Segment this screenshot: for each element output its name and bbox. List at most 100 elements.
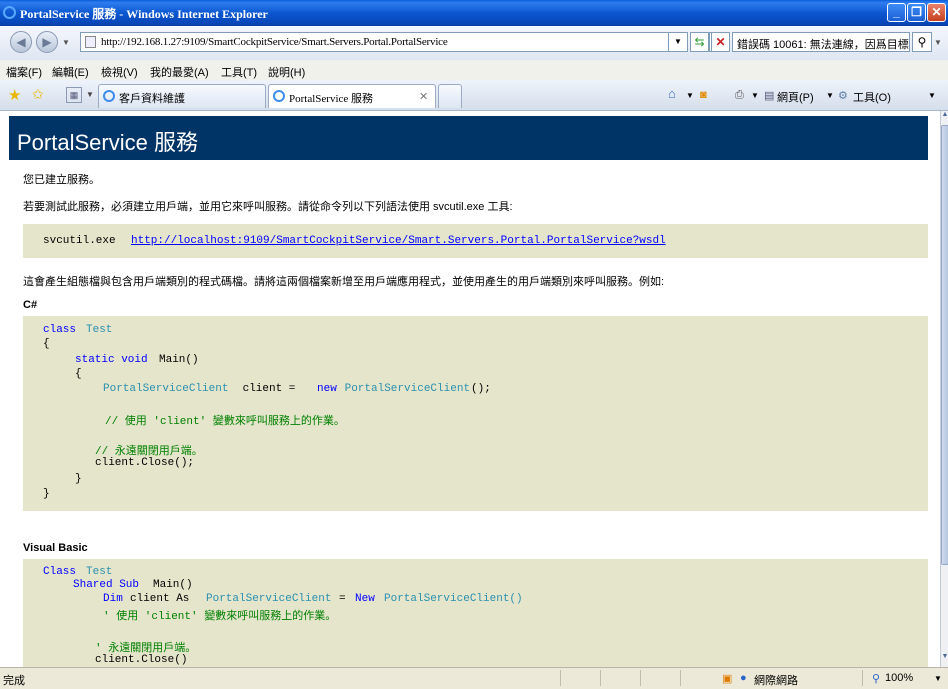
ie-icon bbox=[3, 6, 16, 19]
vb-client-as: client As bbox=[130, 593, 190, 605]
svcutil-code-block: svcutil.exe http://localhost:9109/SmartC… bbox=[23, 224, 928, 258]
favorites-star-icon[interactable]: ★ bbox=[8, 86, 21, 104]
home-icon[interactable]: ⌂ bbox=[668, 86, 676, 101]
vb-class-keyword: Class bbox=[43, 566, 77, 578]
cs-main: Main() bbox=[159, 354, 199, 366]
quick-tabs-icon[interactable]: ▦ bbox=[66, 87, 82, 103]
stop-button[interactable]: ✕ bbox=[711, 32, 730, 52]
cs-client-decl: client = bbox=[236, 383, 303, 395]
close-tab-icon[interactable]: ✕ bbox=[419, 90, 428, 103]
cs-comment-use-client: // 使用 'client' 變數來呼叫服務上的作業。 bbox=[105, 416, 345, 428]
page-menu-icon[interactable]: ▤ bbox=[764, 89, 774, 102]
address-bar[interactable]: http://192.168.1.27:9109/SmartCockpitSer… bbox=[80, 32, 688, 52]
search-input[interactable]: 錯誤碼 10061: 無法連線，因爲目標 bbox=[732, 32, 910, 52]
zoom-level[interactable]: 100% bbox=[885, 672, 913, 684]
search-options-icon[interactable]: ▼ bbox=[934, 38, 942, 47]
csharp-code-block: class Test { static void Main() { Portal… bbox=[23, 316, 928, 511]
vb-client-type: PortalServiceClient bbox=[206, 593, 332, 605]
new-tab-button[interactable] bbox=[438, 84, 462, 108]
address-url[interactable]: http://192.168.1.27:9109/SmartCockpitSer… bbox=[101, 36, 448, 48]
cs-ctor-end: (); bbox=[471, 383, 491, 395]
vb-client-close: client.Close() bbox=[95, 654, 188, 666]
vb-main: Main() bbox=[153, 579, 193, 591]
cs-comment-close-client: // 永遠關閉用戶端。 bbox=[95, 446, 203, 458]
vb-equals: = bbox=[339, 593, 346, 605]
title-bar[interactable]: PortalService 服務 - Windows Internet Expl… bbox=[0, 0, 948, 26]
scrollbar-thumb[interactable] bbox=[941, 125, 948, 565]
feeds-icon[interactable]: ◙ bbox=[700, 89, 707, 101]
cs-static-void: static void bbox=[75, 354, 148, 366]
vb-shared-sub: Shared Sub bbox=[73, 579, 140, 591]
menu-edit[interactable]: 編輯(E) bbox=[52, 64, 89, 80]
created-text: 您已建立服務。 bbox=[23, 174, 100, 186]
back-button[interactable]: ◀ bbox=[10, 31, 32, 53]
tab-label: 客戶資料維護 bbox=[119, 93, 185, 105]
status-text: 完成 bbox=[3, 675, 25, 687]
address-history-icon[interactable]: ▼ bbox=[668, 32, 688, 52]
tab-label: PortalService 服務 bbox=[289, 93, 374, 105]
home-dropdown-icon[interactable]: ▼ bbox=[686, 91, 694, 100]
cs-class-keyword: class bbox=[43, 324, 77, 336]
vb-class-name: Test bbox=[86, 566, 113, 578]
cs-brace: } bbox=[43, 488, 50, 500]
vb-comment-close-client: ' 永遠關閉用戶端。 bbox=[95, 643, 197, 655]
history-dropdown-icon[interactable]: ▼ bbox=[62, 38, 70, 47]
tools-gear-icon[interactable]: ⚙ bbox=[838, 89, 848, 102]
minimize-button[interactable]: _ bbox=[887, 3, 906, 22]
cs-brace: } bbox=[75, 473, 82, 485]
page-menu-dropdown-icon[interactable]: ▼ bbox=[826, 91, 834, 100]
navigation-bar: ◀ ▶ ▼ http://192.168.1.27:9109/SmartCock… bbox=[0, 26, 948, 61]
print-icon[interactable]: ⎙ bbox=[735, 89, 744, 102]
window-title: PortalService 服務 - Windows Internet Expl… bbox=[20, 7, 268, 21]
status-bar: 完成 ▣ ● 網際網路 ⚲ 100% ▼ bbox=[0, 667, 948, 689]
tools-menu-dropdown-icon[interactable]: ▼ bbox=[928, 91, 936, 100]
wsdl-link[interactable]: http://localhost:9109/SmartCockpitServic… bbox=[131, 235, 666, 247]
menu-view[interactable]: 檢視(V) bbox=[101, 64, 138, 80]
svcutil-command: svcutil.exe bbox=[43, 235, 116, 247]
cs-client-ctor: PortalServiceClient bbox=[338, 383, 471, 395]
menu-help[interactable]: 說明(H) bbox=[268, 64, 305, 80]
tab-bar: ★ ✩ ▦ ▼ 客戶資料維護 PortalService 服務 ✕ ⌂ ▼ ◙ … bbox=[0, 80, 948, 111]
scroll-up-icon[interactable]: ▲ bbox=[941, 111, 948, 123]
globe-icon: ● bbox=[740, 672, 747, 684]
vb-label: Visual Basic bbox=[23, 542, 88, 554]
cs-class-name: Test bbox=[86, 324, 113, 336]
vertical-scrollbar[interactable]: ▲ ▼ bbox=[940, 111, 948, 667]
print-dropdown-icon[interactable]: ▼ bbox=[751, 91, 759, 100]
menu-tools[interactable]: 工具(T) bbox=[221, 64, 257, 80]
scroll-down-icon[interactable]: ▼ bbox=[941, 653, 948, 665]
tab-portalservice[interactable]: PortalService 服務 ✕ bbox=[268, 84, 436, 108]
page-icon bbox=[85, 36, 96, 48]
zoom-dropdown-icon[interactable]: ▼ bbox=[934, 674, 942, 683]
vb-comment-use-client: ' 使用 'client' 變數來呼叫服務上的作業。 bbox=[103, 611, 337, 623]
menu-bar: 檔案(F) 編輯(E) 檢視(V) 我的最愛(A) 工具(T) 說明(H) bbox=[0, 60, 948, 81]
vb-client-ctor: PortalServiceClient() bbox=[384, 593, 523, 605]
csharp-label: C# bbox=[23, 299, 38, 311]
menu-favorites[interactable]: 我的最愛(A) bbox=[150, 64, 209, 80]
security-warning-icon[interactable]: ▣ bbox=[722, 672, 732, 685]
cs-client-close: client.Close(); bbox=[95, 457, 195, 469]
cs-new-keyword: new bbox=[317, 383, 337, 395]
cs-brace: { bbox=[75, 368, 82, 380]
page-content: PortalService 服務 您已建立服務。 若要測試此服務，必須建立用戶端… bbox=[0, 111, 940, 667]
forward-button[interactable]: ▶ bbox=[36, 31, 58, 53]
search-value[interactable]: 錯誤碼 10061: 無法連線，因爲目標 bbox=[737, 36, 909, 51]
vb-code-block: Class Test Shared Sub Main() Dim client … bbox=[23, 559, 928, 667]
zone-text: 網際網路 bbox=[754, 675, 798, 687]
tools-menu[interactable]: 工具(O) bbox=[853, 89, 891, 105]
page-title: PortalService 服務 bbox=[17, 130, 198, 155]
close-window-button[interactable]: ✕ bbox=[927, 3, 946, 22]
tab-list-dropdown-icon[interactable]: ▼ bbox=[86, 90, 94, 99]
refresh-icon[interactable]: ⇆ bbox=[690, 32, 709, 52]
generate-text: 這會產生組態檔與包含用戶端類別的程式碼檔。請將這兩個檔案新增至用戶端應用程式，並… bbox=[23, 276, 665, 288]
vb-new-keyword: New bbox=[355, 593, 375, 605]
zoom-icon[interactable]: ⚲ bbox=[872, 672, 880, 685]
search-icon[interactable]: ⚲ bbox=[912, 32, 932, 52]
menu-file[interactable]: 檔案(F) bbox=[6, 64, 42, 80]
page-menu[interactable]: 網頁(P) bbox=[777, 89, 814, 105]
maximize-button[interactable]: ❐ bbox=[907, 3, 926, 22]
tab-customer-data[interactable]: 客戶資料維護 bbox=[98, 84, 266, 108]
ie-tab-icon bbox=[103, 90, 115, 102]
ie-tab-icon bbox=[273, 90, 285, 102]
add-favorite-icon[interactable]: ✩ bbox=[32, 86, 44, 103]
